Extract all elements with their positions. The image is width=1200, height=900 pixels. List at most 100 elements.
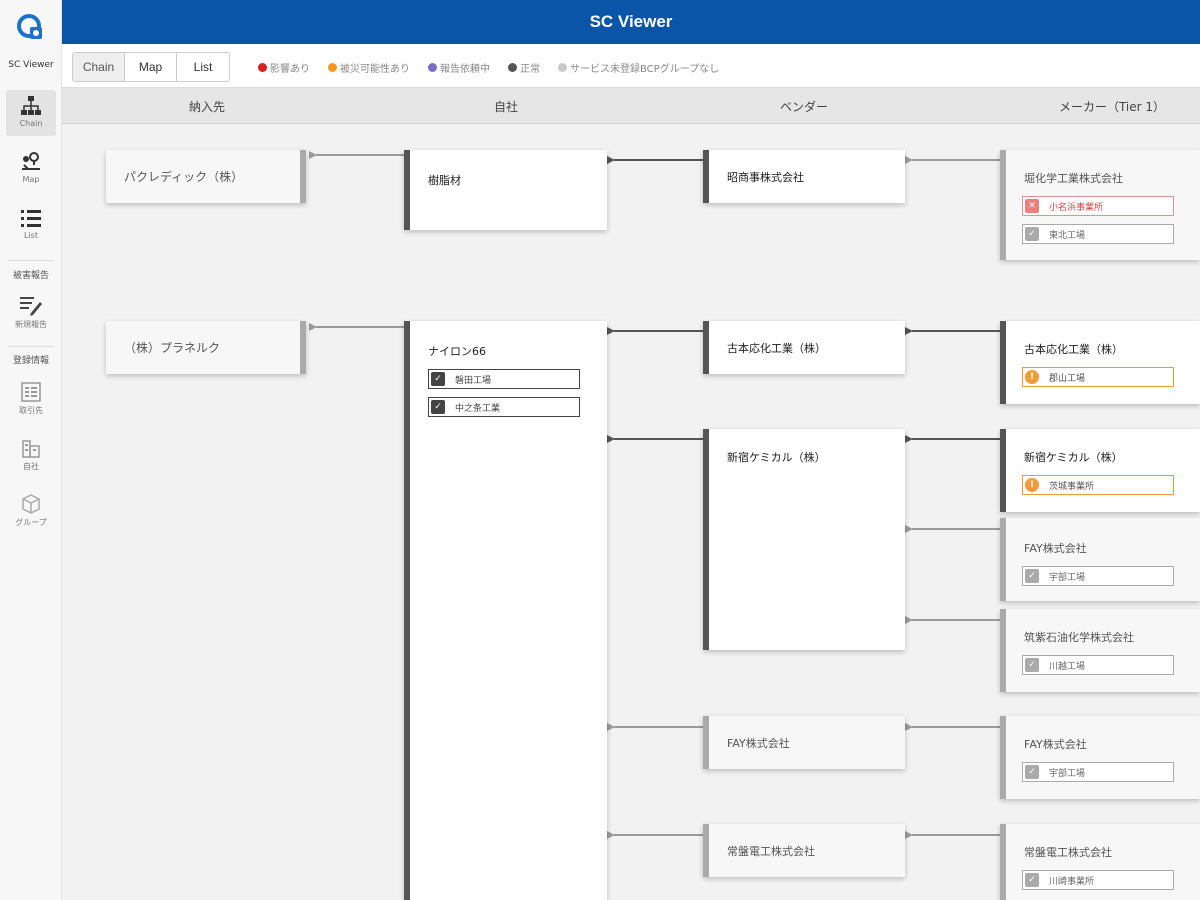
facility-name: 川越工場 [1049,661,1086,672]
facility-status-normal[interactable]: ✓ 宇部工場 [1022,566,1174,586]
nav-group[interactable]: グループ [6,488,56,534]
legend-dot [258,63,267,72]
legend-item-affected: 影響あり [258,60,310,75]
sidebar: SC Viewer Chain Map List 被害報告 新規報告 登録情報 … [0,0,62,900]
column-header-customers: 納入先 [188,100,225,114]
cube-icon [22,494,40,514]
app-header: SC Viewer [62,0,1200,44]
check-icon: ✓ [431,372,445,386]
maker-name: 古本応化工業（株） [1024,343,1123,356]
nav-new-report-label: 新規報告 [15,320,47,329]
app-logo-icon [17,14,42,39]
maker-name: 常盤電工株式会社 [1024,846,1112,859]
customer-name: パクレディック（株） [124,170,244,184]
legend-dot [328,63,337,72]
nav-chain-label: Chain [19,119,43,128]
nav-map[interactable]: Map [6,146,56,192]
maker-node[interactable]: 堀化学工業株式会社 ✕ 小名浜事業所 ✓ 東北工場 [1000,150,1200,260]
close-icon: ✕ [1025,199,1039,213]
customer-node[interactable]: （株）プラネルク [106,321,306,374]
facility-status-possible-damage[interactable]: ! 茨城事業所 [1022,475,1174,495]
vendor-node[interactable]: 新宿ケミカル（株） [703,429,905,650]
nav-own-company[interactable]: 自社 [6,432,56,478]
legend-dot [558,63,567,72]
section-registry-title: 登録情報 [12,356,49,366]
legend-label: 報告依頼中 [440,64,490,75]
column-header-vendors: ベンダー [779,100,828,114]
vendor-name: 昭商事株式会社 [727,171,804,184]
building-icon [22,440,40,458]
vendor-node[interactable]: FAY株式会社 [703,716,905,769]
facility-name: 小名浜事業所 [1049,202,1104,213]
own-product-node[interactable]: ナイロン66 ✓ 磐田工場 ✓ 中之条工業 [404,321,607,900]
vendor-node[interactable]: 常盤電工株式会社 [703,824,905,877]
list-icon [21,210,41,227]
legend-item-requesting: 報告依頼中 [428,60,490,75]
legend-dot [428,63,437,72]
toolbar: Chain Map List 影響あり 被災可能性あり 報告依頼中 正常 サービ… [62,44,1200,88]
nav-group-label: グループ [15,518,47,527]
own-product-name: 樹脂材 [428,174,461,187]
vendor-node[interactable]: 昭商事株式会社 [703,150,905,203]
legend-item-possible-damage: 被災可能性あり [328,60,410,75]
nav-map-label: Map [22,175,40,184]
map-pin-icon [22,152,40,170]
maker-node[interactable]: 筑紫石油化学株式会社 ✓ 川越工場 [1000,609,1200,692]
view-list-button[interactable]: List [177,53,229,81]
column-headers: 納入先 自社 ベンダー メーカー（Tier 1） [62,88,1200,124]
nav-list[interactable]: List [6,202,56,248]
maker-node[interactable]: 新宿ケミカル（株） ! 茨城事業所 [1000,429,1200,512]
check-icon: ✓ [431,400,445,414]
maker-node[interactable]: FAY株式会社 ✓ 宇部工場 [1000,518,1200,601]
facility-name: 中之条工業 [455,403,501,414]
legend-item-unregistered: サービス未登録BCPグループなし [558,60,719,75]
maker-node[interactable]: 常盤電工株式会社 ✓ 川崎事業所 [1000,824,1200,900]
own-product-node[interactable]: 樹脂材 [404,150,607,230]
facility-status-possible-damage[interactable]: ! 郡山工場 [1022,367,1174,387]
facility-status-normal[interactable]: ✓ 磐田工場 [428,369,580,389]
facility-name: 郡山工場 [1049,373,1086,384]
customer-name: （株）プラネルク [124,341,221,355]
facility-name: 宇部工場 [1049,768,1086,779]
maker-name: 新宿ケミカル（株） [1024,451,1123,464]
facility-status-normal[interactable]: ✓ 宇部工場 [1022,762,1174,782]
nav-own-company-label: 自社 [23,462,39,471]
nav-partners-label: 取引先 [19,406,43,415]
check-icon: ✓ [1025,658,1039,672]
chain-hierarchy-icon [21,96,41,115]
maker-name: 筑紫石油化学株式会社 [1024,631,1134,644]
nav-partners[interactable]: 取引先 [6,376,56,422]
sidebar-divider [8,346,54,347]
legend-item-normal: 正常 [508,60,540,75]
maker-name: FAY株式会社 [1024,542,1087,555]
own-product-name: ナイロン66 [428,345,486,358]
check-icon: ✓ [1025,765,1039,779]
facility-status-affected[interactable]: ✕ 小名浜事業所 [1022,196,1174,216]
column-header-makers: メーカー（Tier 1） [1058,100,1166,114]
address-book-icon [21,382,41,402]
check-icon: ✓ [1025,227,1039,241]
vendor-name: 古本応化工業（株） [727,342,826,355]
view-switcher: Chain Map List [72,52,230,82]
customer-node[interactable]: パクレディック（株） [106,150,306,203]
maker-name: 堀化学工業株式会社 [1024,172,1123,185]
view-map-button[interactable]: Map [125,53,177,81]
maker-node[interactable]: 古本応化工業（株） ! 郡山工場 [1000,321,1200,404]
facility-status-normal[interactable]: ✓ 東北工場 [1022,224,1174,244]
facility-status-normal[interactable]: ✓ 中之条工業 [428,397,580,417]
vendor-name: 常盤電工株式会社 [727,845,815,858]
legend-label: 影響あり [270,64,310,75]
vendor-node[interactable]: 古本応化工業（株） [703,321,905,374]
nav-chain[interactable]: Chain [6,90,56,136]
nav-new-report[interactable]: 新規報告 [6,290,56,336]
facility-name: 茨城事業所 [1049,481,1095,492]
facility-name: 宇部工場 [1049,572,1086,583]
facility-status-normal[interactable]: ✓ 川越工場 [1022,655,1174,675]
view-chain-button[interactable]: Chain [73,53,125,81]
vendor-name: FAY株式会社 [727,737,790,750]
maker-node[interactable]: FAY株式会社 ✓ 宇部工場 [1000,716,1200,799]
page-title: SC Viewer [589,12,673,31]
facility-status-normal[interactable]: ✓ 川崎事業所 [1022,870,1174,890]
sidebar-divider [8,260,54,261]
check-icon: ✓ [1025,569,1039,583]
